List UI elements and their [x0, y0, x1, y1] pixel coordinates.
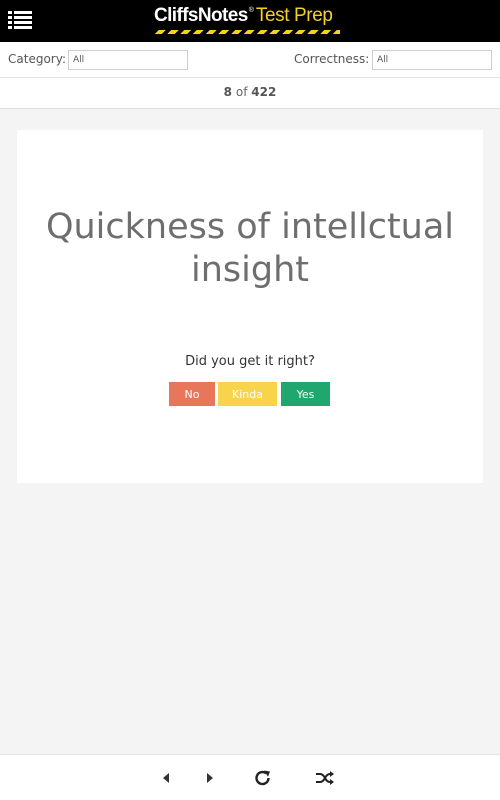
category-label: Category:	[8, 52, 66, 66]
filter-bar: Category: All Correctness: All	[0, 42, 500, 78]
brand-logo: CliffsNotes® Test Prep	[154, 5, 340, 37]
bottom-nav	[0, 754, 500, 800]
next-icon[interactable]	[200, 769, 220, 787]
kinda-button[interactable]: Kinda	[218, 382, 277, 406]
correctness-label: Correctness:	[294, 52, 370, 66]
counter-current: 8	[223, 85, 233, 99]
brand-registered-mark: ®	[248, 7, 254, 14]
self-assessment-question: Did you get it right?	[185, 354, 315, 369]
menu-list-icon[interactable]	[8, 9, 32, 31]
counter-of: of	[235, 85, 248, 99]
flashcard-term: Quickness of intellctual insight	[45, 207, 455, 290]
refresh-icon[interactable]	[253, 769, 273, 787]
top-bar: CliffsNotes® Test Prep	[0, 0, 500, 42]
shuffle-icon[interactable]	[315, 769, 335, 787]
brand-name: CliffsNotes	[154, 5, 248, 26]
hazard-stripe	[154, 30, 340, 34]
card-counter: 8 of 422	[0, 78, 500, 109]
yes-button[interactable]: Yes	[281, 382, 330, 406]
previous-icon[interactable]	[157, 769, 177, 787]
brand-subtitle: Test Prep	[255, 5, 333, 26]
category-select[interactable]: All	[68, 50, 188, 70]
counter-total: 422	[251, 85, 277, 99]
flashcard[interactable]: Quickness of intellctual insight Did you…	[17, 130, 483, 483]
no-button[interactable]: No	[169, 382, 215, 406]
correctness-select[interactable]: All	[372, 50, 492, 70]
